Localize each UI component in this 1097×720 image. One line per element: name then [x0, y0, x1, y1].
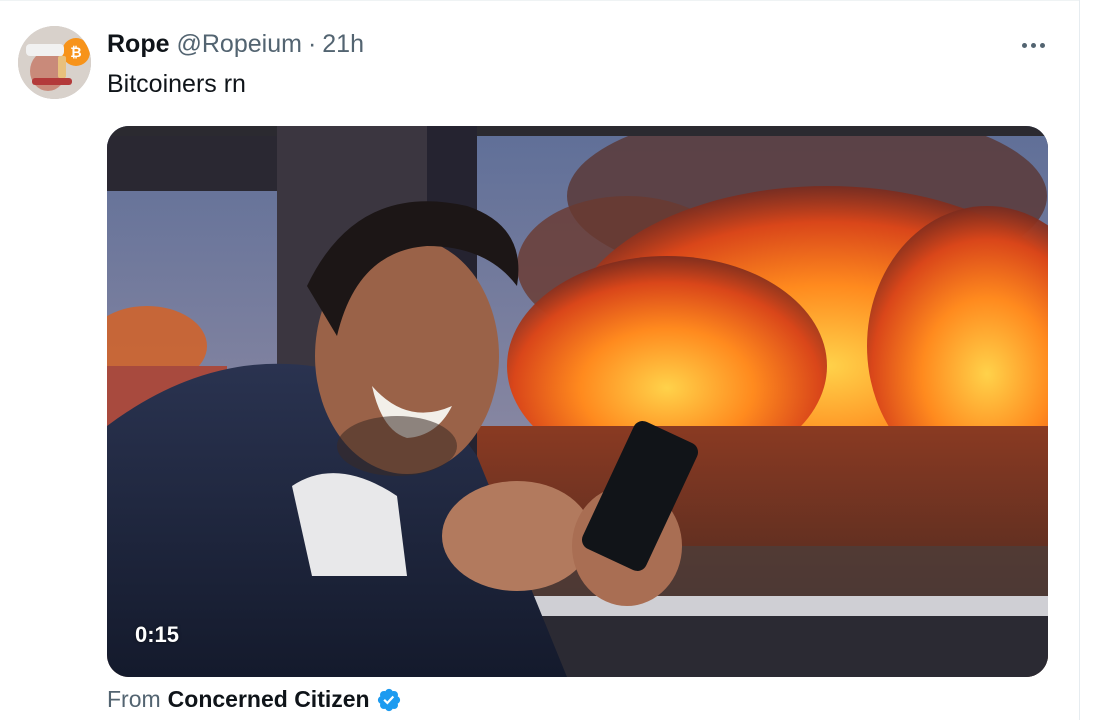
- video-player[interactable]: [107, 126, 1048, 677]
- video-thumbnail: [107, 126, 1048, 677]
- video-source: From Concerned Citizen: [107, 686, 402, 713]
- avatar-image: ₿: [18, 26, 91, 99]
- author-handle[interactable]: @Ropeium: [177, 30, 302, 59]
- more-horizontal-icon: [1020, 42, 1047, 48]
- verified-badge-icon: [376, 687, 402, 713]
- source-prefix: From: [107, 686, 161, 712]
- author-name[interactable]: Rope: [107, 30, 170, 59]
- top-divider: [0, 0, 1080, 1]
- tweet-timestamp[interactable]: 21h: [322, 30, 364, 59]
- timeline-border: [1079, 0, 1080, 720]
- avatar[interactable]: ₿: [18, 26, 91, 99]
- video-duration: 0:15: [135, 622, 180, 647]
- source-account-name[interactable]: Concerned Citizen: [168, 686, 370, 713]
- tweet-text: Bitcoiners rn: [107, 70, 246, 98]
- svg-text:₿: ₿: [70, 45, 81, 61]
- header-separator: ·: [307, 30, 317, 58]
- more-options-button[interactable]: [1012, 30, 1054, 60]
- tweet-header: Rope @Ropeium · 21h: [107, 30, 364, 60]
